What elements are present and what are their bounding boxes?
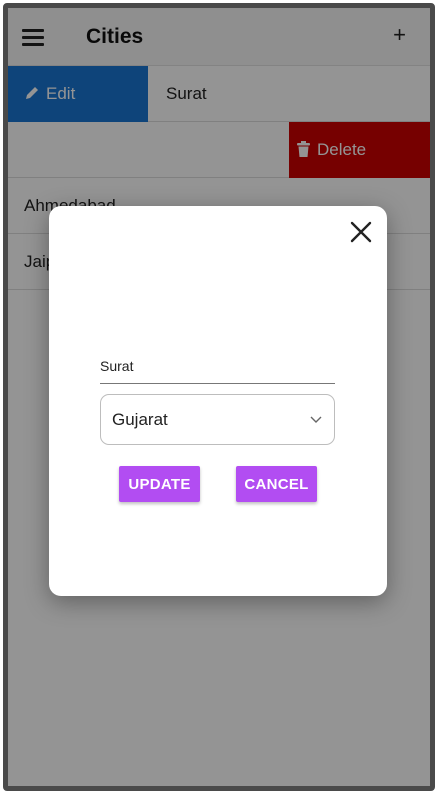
update-button[interactable]: UPDATE xyxy=(119,466,200,502)
chevron-down-icon xyxy=(310,416,322,423)
edit-city-dialog: Gujarat UPDATE CANCEL xyxy=(49,206,387,596)
state-select-value: Gujarat xyxy=(112,410,168,429)
close-icon[interactable] xyxy=(347,218,375,246)
city-name-input[interactable] xyxy=(100,354,335,384)
app-screen: Cities + Edit Surat Delete Jaipur Surat … xyxy=(8,8,430,786)
device-frame: Cities + Edit Surat Delete Jaipur Surat … xyxy=(3,3,435,791)
cancel-button[interactable]: CANCEL xyxy=(236,466,317,502)
state-select[interactable]: Gujarat xyxy=(100,394,335,445)
